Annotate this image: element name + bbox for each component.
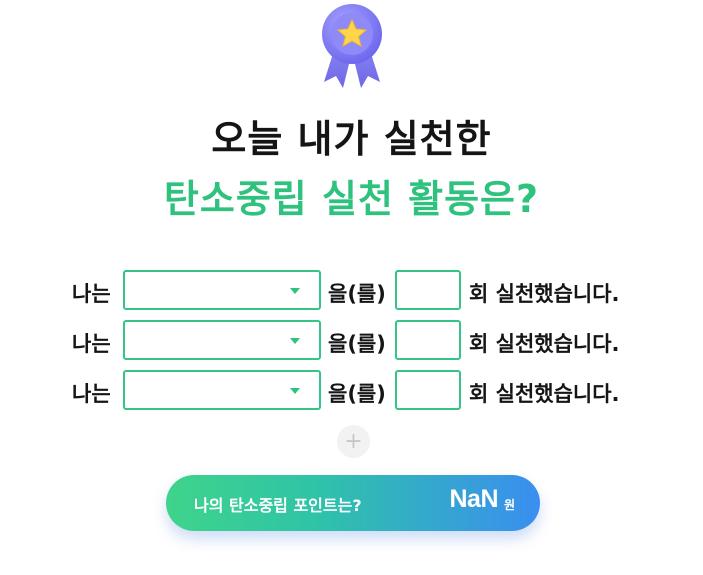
row-prefix-label: 나는 [72, 382, 111, 406]
page-title-line2: 탄소중립 실천 활동은? [163, 177, 540, 221]
activity-select[interactable] [123, 370, 321, 410]
activity-select[interactable] [123, 270, 321, 310]
result-value: NaN [449, 485, 498, 513]
chevron-down-icon [290, 288, 300, 294]
row-prefix-label: 나는 [72, 332, 111, 356]
row-particle-label: 을(를) [328, 332, 386, 356]
activity-select[interactable] [123, 320, 321, 360]
row-particle-label: 을(를) [328, 282, 386, 306]
result-question: 나의 탄소중립 포인트는? [194, 496, 362, 515]
row-suffix-label: 회 실천했습니다. [469, 382, 620, 406]
count-input[interactable] [395, 320, 461, 360]
row-suffix-label: 회 실천했습니다. [469, 282, 620, 306]
activity-row: 나는 을(를) 회 실천했습니다. [0, 370, 703, 412]
row-suffix-label: 회 실천했습니다. [469, 332, 620, 356]
activity-row: 나는 을(를) 회 실천했습니다. [0, 320, 703, 362]
count-input[interactable] [395, 270, 461, 310]
count-input[interactable] [395, 370, 461, 410]
result-bar: 나의 탄소중립 포인트는? NaN 원 [166, 475, 540, 531]
chevron-down-icon [290, 338, 300, 344]
result-unit: 원 [503, 498, 515, 512]
row-prefix-label: 나는 [72, 282, 111, 306]
plus-icon: + [344, 429, 363, 454]
page-title-line1: 오늘 내가 실천한 [211, 117, 492, 161]
row-particle-label: 을(를) [328, 382, 386, 406]
chevron-down-icon [290, 388, 300, 394]
add-row-button[interactable]: + [337, 425, 370, 458]
award-badge-icon [322, 4, 382, 88]
activity-row: 나는 을(를) 회 실천했습니다. [0, 270, 703, 312]
